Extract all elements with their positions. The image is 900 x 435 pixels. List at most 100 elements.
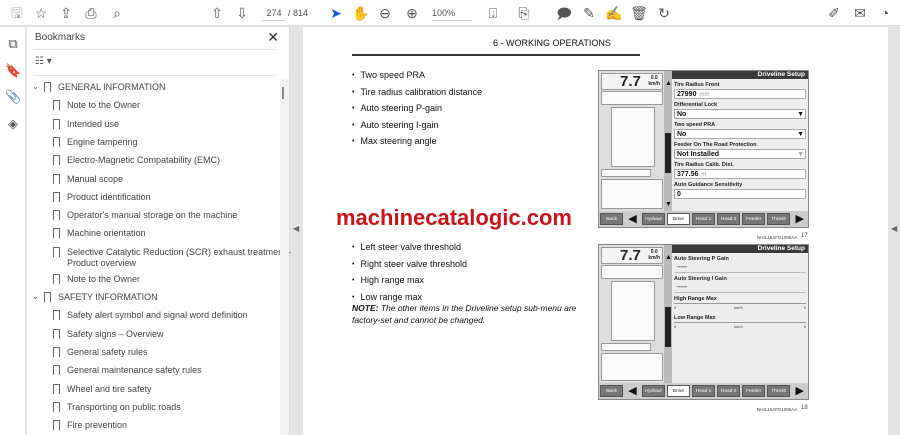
bookmark-item[interactable]: Fire prevention <box>53 420 127 431</box>
bookmark-star-icon[interactable]: ☆ <box>32 4 50 22</box>
bookmark-item[interactable]: Electro-Magnetic Compatability (EMC) <box>53 155 220 166</box>
email-icon[interactable]: ✉ <box>851 4 869 22</box>
tab-back[interactable]: Back <box>600 385 624 397</box>
tab-drive[interactable]: Drive <box>666 213 690 225</box>
page-up-icon[interactable]: ⇧ <box>208 4 226 22</box>
dropdown-arrow-icon[interactable]: ▼ <box>797 150 804 159</box>
screen-title: Driveline Setup <box>672 245 808 253</box>
bookmark-item[interactable]: Safety signs – Overview <box>53 328 164 340</box>
hand-icon[interactable]: ✋ <box>352 4 370 22</box>
rotate-icon[interactable]: ↻ <box>655 4 673 22</box>
zoom-in-icon[interactable]: ⊕ <box>403 4 421 22</box>
speed-display: 7.7 0.0 km/h <box>601 247 663 264</box>
zoom-select[interactable]: 100% ▾ <box>432 5 472 34</box>
scrollbar-thumb[interactable] <box>282 87 284 99</box>
pages-icon[interactable]: ⧉ <box>5 36 21 52</box>
bookmark-label: Product overview <box>67 257 137 268</box>
next-arrow-icon[interactable]: ▶ <box>792 385 808 397</box>
range-max: 0 <box>803 305 806 310</box>
collapse-panel-icon[interactable]: ◀ <box>293 224 299 233</box>
dropdown-arrow-icon[interactable]: ▼ <box>797 110 804 119</box>
scrollbar[interactable] <box>280 79 289 435</box>
page-number-input[interactable]: 274 <box>262 5 286 21</box>
upload-icon[interactable]: ⇪ <box>57 4 75 22</box>
bookmark-item[interactable]: Note to the Owner <box>53 100 140 111</box>
bookmark-item[interactable]: Manual scope <box>53 173 123 185</box>
bookmark-item[interactable]: General safety rules <box>53 346 148 358</box>
bookmark-options-button[interactable]: ☷ ▾ <box>35 56 52 67</box>
save-icon[interactable]: 🖫 <box>8 4 26 22</box>
tab-hydraul[interactable]: Hydraul <box>641 385 665 397</box>
bookmark-item[interactable]: Machine orientation <box>53 228 146 239</box>
print-icon[interactable]: ⎙ <box>82 4 100 22</box>
bookmark-item[interactable]: Intended use <box>53 118 119 130</box>
tab-thresh[interactable]: Thresh <box>767 385 791 397</box>
search-icon[interactable]: ⌕ <box>108 4 126 22</box>
layers-icon[interactable]: ◈ <box>5 116 21 132</box>
account-icon[interactable]: ◔ <box>876 4 894 22</box>
screen-scrollbar[interactable]: ▲ ▼ <box>664 71 672 211</box>
page-fit-icon[interactable]: ⍗ <box>484 4 502 22</box>
chevron-down-icon[interactable]: ⌄ <box>32 81 39 92</box>
pen-icon[interactable]: ✎ <box>580 4 598 22</box>
tab-hydraul[interactable]: Hydraul <box>641 213 665 225</box>
tab-thresh[interactable]: Thresh <box>767 213 791 225</box>
bookmark-item[interactable]: Transporting on public roads <box>53 401 181 413</box>
bookmark-item[interactable]: Product identification <box>53 191 151 203</box>
chevron-down-icon[interactable]: ⌄ <box>32 291 39 302</box>
bookmark-item[interactable]: Note to the Owner <box>53 273 140 285</box>
comment-icon[interactable]: 🗩 <box>555 4 573 22</box>
field-value[interactable]: No ▼ <box>674 129 806 139</box>
field-value[interactable]: ------ <box>674 263 806 273</box>
select-cursor-icon[interactable]: ➤ <box>327 4 345 22</box>
unit: mm <box>699 92 710 98</box>
screen-tabs: Back ◀ Hydraul Drive Head 1 Head 2 Feeder Thres… <box>599 383 808 399</box>
delete-icon[interactable]: 🗑 <box>630 4 648 22</box>
field-value[interactable]: ------ <box>674 283 806 293</box>
expand-panel-icon[interactable]: ◀ <box>891 224 897 233</box>
range-slider[interactable]: 0 km/h 0 <box>674 303 806 312</box>
field-value[interactable]: 0 <box>674 189 806 199</box>
bookmark-section[interactable]: ⌄ SAFETY INFORMATION <box>32 292 158 303</box>
value-text: ------ <box>677 264 687 270</box>
attachment-icon[interactable]: 📎 <box>5 89 21 105</box>
field-value[interactable]: No ▼ <box>674 109 806 119</box>
bookmarks-icon[interactable]: 🔖 <box>5 63 21 79</box>
page-down-icon[interactable]: ⇩ <box>233 4 251 22</box>
tab-feeder[interactable]: Feeder <box>742 385 766 397</box>
close-icon[interactable]: ✕ <box>267 29 279 46</box>
scroll-mode-icon[interactable]: ⎘ <box>515 4 533 22</box>
bookmark-item[interactable]: Safety alert symbol and signal word defi… <box>53 310 248 321</box>
tab-feeder[interactable]: Feeder <box>742 213 766 225</box>
field-value[interactable]: 377.56 m <box>674 169 806 179</box>
tab-head2[interactable]: Head 2 <box>717 213 741 225</box>
tab-head1[interactable]: Head 1 <box>691 385 716 397</box>
bookmark-item[interactable]: Engine tampering <box>53 136 138 148</box>
bookmark-section[interactable]: ⌄ GENERAL INFORMATION <box>32 82 166 93</box>
prev-arrow-icon[interactable]: ◀ <box>625 213 640 225</box>
zoom-out-icon[interactable]: ⊖ <box>376 4 394 22</box>
settings-panel: Driveline Setup Tire Radius Front 27990 mm D… <box>672 71 808 211</box>
bookmark-icon <box>53 346 60 357</box>
prev-arrow-icon[interactable]: ◀ <box>625 385 640 397</box>
tab-drive[interactable]: Drive <box>666 385 690 397</box>
screen-scrollbar[interactable]: ▲ <box>664 245 672 383</box>
bookmark-icon <box>53 100 60 111</box>
next-arrow-icon[interactable]: ▶ <box>792 213 808 225</box>
range-min: 0 <box>674 305 677 310</box>
share-icon[interactable]: ✐ <box>825 4 843 22</box>
bookmark-item[interactable]: Operator's manual storage on the machine <box>53 210 237 221</box>
range-slider[interactable]: 0 km/h 0 <box>674 322 806 331</box>
sign-icon[interactable]: ✍ <box>605 4 623 22</box>
field-value[interactable]: Not Installed ▼ <box>674 149 806 159</box>
bookmark-item[interactable]: Wheel and tire safety <box>53 383 152 395</box>
tab-back[interactable]: Back <box>600 213 624 225</box>
tab-head2[interactable]: Head 2 <box>717 385 741 397</box>
speed-value: 7.7 <box>620 73 641 90</box>
bookmark-item[interactable]: General maintenance safety rules <box>53 365 202 376</box>
tab-head1[interactable]: Head 1 <box>691 213 716 225</box>
bookmark-item[interactable]: Selective Catalytic Reduction (SCR) exha… <box>53 246 291 269</box>
dropdown-arrow-icon[interactable]: ▼ <box>797 130 804 139</box>
field-value[interactable]: 27990 mm <box>674 89 806 99</box>
value-text: 0 <box>677 191 681 198</box>
